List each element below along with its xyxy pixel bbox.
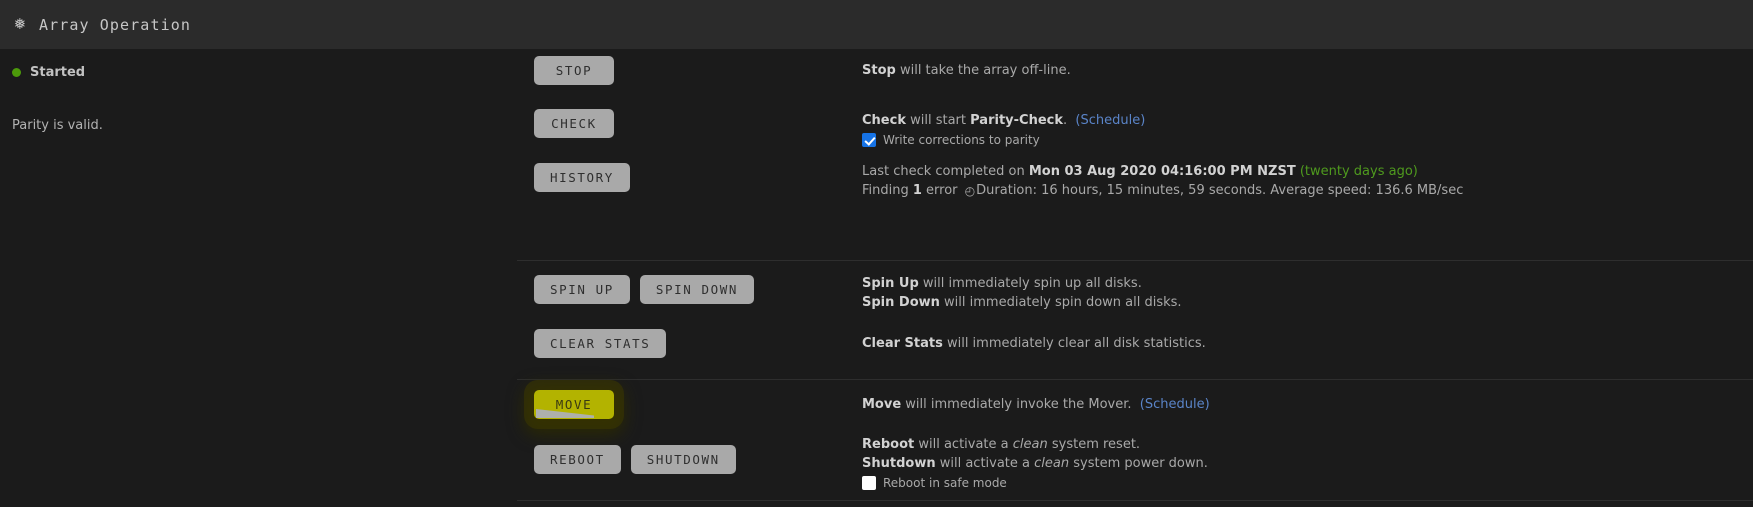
- spin-down-button[interactable]: SPIN DOWN: [639, 275, 755, 304]
- clear-stats-description: Clear Stats will immediately clear all d…: [862, 329, 1753, 352]
- reboot-description-line: Reboot will activate a clean system rese…: [862, 437, 1733, 453]
- reboot-desc-italic: clean: [1012, 437, 1048, 452]
- row-clear-stats: CLEAR STATS Clear Stats will immediately…: [0, 329, 1753, 358]
- move-desc-rest: will immediately invoke the Mover.: [901, 397, 1132, 412]
- array-status-line: Started: [12, 65, 517, 80]
- row-history: HISTORY Last check completed on Mon 03 A…: [0, 163, 1753, 199]
- reboot-button[interactable]: REBOOT: [534, 445, 621, 474]
- history-line2-prefix: Finding: [862, 182, 913, 198]
- shutdown-desc-italic: clean: [1034, 455, 1070, 471]
- divider-2: [517, 379, 1753, 380]
- check-desc-mid: will start: [905, 113, 971, 128]
- check-desc-bold2: Parity-Check: [970, 113, 1063, 128]
- move-desc-bold: Move: [862, 397, 902, 412]
- history-button-group: HISTORY: [517, 163, 862, 192]
- status-label: Started: [30, 65, 86, 80]
- safe-mode-label[interactable]: Reboot in safe mode: [883, 476, 1007, 491]
- clear-stats-description-line: Clear Stats will immediately clear all d…: [862, 336, 1733, 352]
- history-description: Last check completed on Mon 03 Aug 2020 …: [862, 163, 1753, 199]
- safe-mode-checkbox[interactable]: [862, 476, 876, 491]
- spin-up-desc-rest: will immediately spin up all disks.: [918, 276, 1142, 291]
- parity-status: Parity is valid.: [0, 109, 517, 133]
- snowflake-icon: ❅: [13, 15, 27, 33]
- write-corrections-checkbox[interactable]: [862, 133, 876, 148]
- history-line2-mid: error: [921, 182, 958, 198]
- move-description-line: Move will immediately invoke the Mover. …: [862, 397, 1733, 413]
- parity-status-text: Parity is valid.: [12, 118, 103, 133]
- write-corrections-label[interactable]: Write corrections to parity: [883, 133, 1040, 148]
- move-button[interactable]: MOVE: [534, 390, 614, 419]
- power-description: Reboot will activate a clean system rese…: [862, 429, 1753, 491]
- row-move: MOVE Move will immediately invoke the Mo…: [0, 390, 1753, 419]
- check-button-group: CHECK: [517, 109, 862, 138]
- check-button[interactable]: CHECK: [534, 109, 614, 138]
- reboot-desc-mid: will activate a: [914, 437, 1013, 452]
- row-check: Parity is valid. CHECK Check will start …: [0, 109, 1753, 148]
- shutdown-desc-bold: Shutdown: [862, 455, 936, 471]
- clock-icon: ◴: [964, 183, 976, 198]
- array-status: Started: [0, 56, 517, 80]
- clear-stats-button-group: CLEAR STATS: [517, 329, 862, 358]
- clear-stats-desc-rest: will immediately clear all disk statisti…: [942, 336, 1206, 351]
- row-stop: Started STOP Stop will take the array of…: [0, 56, 1753, 85]
- shutdown-desc-mid: will activate a: [935, 455, 1035, 471]
- spin-down-desc-bold: Spin Down: [862, 294, 940, 310]
- spin-down-desc-rest: will immediately spin down all disks.: [939, 294, 1182, 310]
- write-corrections-checkbox-row[interactable]: Write corrections to parity: [862, 133, 1733, 148]
- spin-description: Spin Up will immediately spin up all dis…: [862, 275, 1753, 311]
- check-desc-bold: Check: [862, 113, 906, 128]
- spin-up-button[interactable]: SPIN UP: [534, 275, 630, 304]
- history-error-count: 1: [912, 182, 922, 198]
- window-titlebar: ❅ Array Operation: [0, 0, 1753, 50]
- spin-up-desc-bold: Spin Up: [862, 276, 919, 291]
- move-description: Move will immediately invoke the Mover. …: [862, 390, 1753, 413]
- clear-stats-button[interactable]: CLEAR STATS: [534, 329, 667, 358]
- history-duration-text: Duration: 16 hours, 15 minutes, 59 secon…: [976, 182, 1464, 198]
- clear-stats-desc-bold: Clear Stats: [862, 336, 943, 351]
- array-operation-panel: Started STOP Stop will take the array of…: [0, 50, 1753, 507]
- check-schedule-link[interactable]: (Schedule): [1075, 113, 1145, 128]
- spin-button-group: SPIN UP SPIN DOWN: [517, 275, 862, 304]
- spin-down-description-line: Spin Down will immediately spin down all…: [862, 295, 1733, 311]
- stop-description: Stop will take the array off-line.: [862, 56, 1753, 79]
- divider-3: [517, 500, 1753, 501]
- shutdown-button[interactable]: SHUTDOWN: [630, 445, 736, 474]
- divider-1: [517, 260, 1753, 261]
- shutdown-desc-end: system power down.: [1069, 455, 1208, 471]
- history-last-check-date: Mon 03 Aug 2020 04:16:00 PM NZST: [1028, 164, 1296, 179]
- page-title: Array Operation: [39, 15, 191, 34]
- history-button[interactable]: HISTORY: [534, 163, 630, 192]
- status-indicator-dot: [12, 68, 21, 77]
- history-findings-line: Finding 1 error ◴Duration: 16 hours, 15 …: [862, 183, 1733, 199]
- row-spin: SPIN UP SPIN DOWN Spin Up will immediate…: [0, 275, 1753, 311]
- reboot-desc-end: system reset.: [1047, 437, 1141, 452]
- move-button-group: MOVE: [517, 390, 862, 419]
- spin-up-description-line: Spin Up will immediately spin up all dis…: [862, 276, 1733, 292]
- check-desc-end: .: [1063, 113, 1068, 128]
- stop-button[interactable]: STOP: [534, 56, 614, 85]
- stop-description-line: Stop will take the array off-line.: [862, 63, 1733, 79]
- stop-desc-bold: Stop: [862, 63, 896, 78]
- stop-button-group: STOP: [517, 56, 862, 85]
- shutdown-description-line: Shutdown will activate a clean system po…: [862, 456, 1733, 472]
- check-description: Check will start Parity-Check. (Schedule…: [862, 109, 1753, 148]
- stop-desc-rest: will take the array off-line.: [895, 63, 1071, 78]
- safe-mode-checkbox-row[interactable]: Reboot in safe mode: [862, 476, 1733, 491]
- history-relative-time: (twenty days ago): [1299, 164, 1418, 179]
- history-line1-prefix: Last check completed on: [862, 164, 1029, 179]
- move-schedule-link[interactable]: (Schedule): [1140, 397, 1210, 412]
- power-button-group: REBOOT SHUTDOWN: [517, 429, 862, 474]
- row-power: REBOOT SHUTDOWN Reboot will activate a c…: [0, 429, 1753, 491]
- check-description-line: Check will start Parity-Check. (Schedule…: [862, 113, 1733, 129]
- reboot-desc-bold: Reboot: [862, 437, 915, 452]
- history-last-check-line: Last check completed on Mon 03 Aug 2020 …: [862, 164, 1733, 180]
